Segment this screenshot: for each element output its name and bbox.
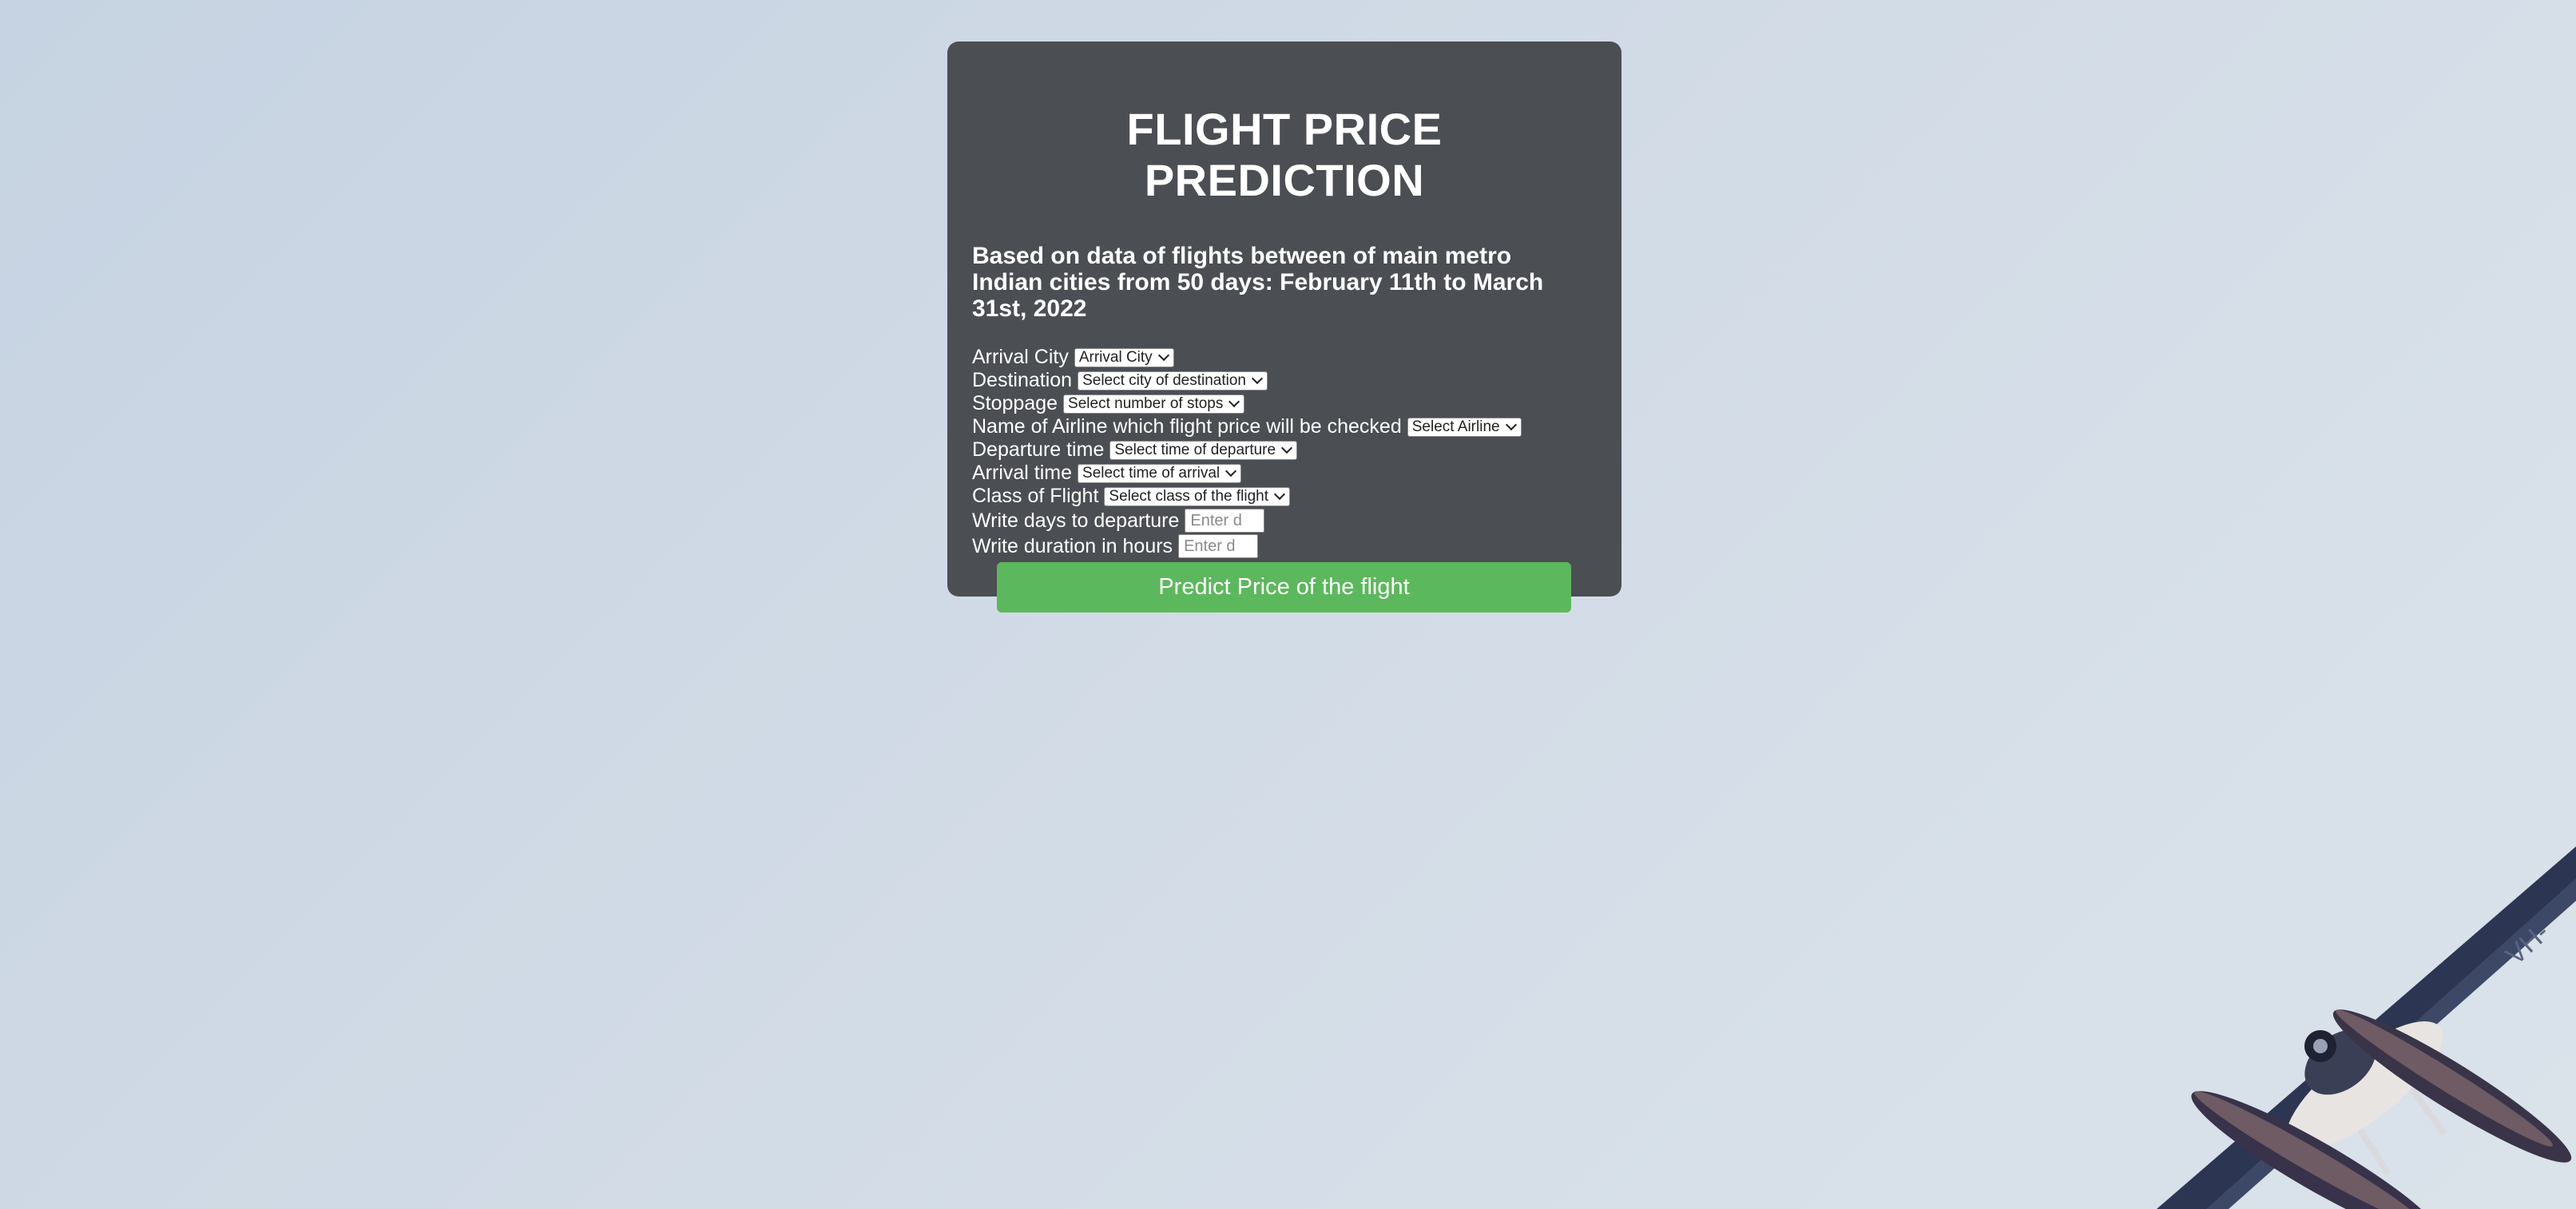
chevron-down-icon (1273, 488, 1286, 501)
stoppage-label: Stoppage (972, 392, 1058, 414)
chevron-down-icon (1281, 442, 1293, 454)
airline-selected: Select Airline (1411, 418, 1500, 435)
arrival-city-row: Arrival City Arrival City (972, 346, 1572, 369)
predict-price-button[interactable]: Predict Price of the flight (997, 562, 1571, 612)
days-to-departure-row: Write days to departure (972, 508, 1572, 533)
flight-class-selected: Select class of the flight (1109, 488, 1268, 505)
days-to-departure-input[interactable] (1185, 509, 1265, 533)
page-title: FLIGHT PRICE PREDICTION (1126, 104, 1443, 205)
chevron-down-icon (1225, 465, 1237, 478)
departure-time-select[interactable]: Select time of departure (1109, 440, 1298, 460)
destination-row: Destination Select city of destination (972, 369, 1572, 392)
flight-class-select[interactable]: Select class of the flight (1104, 486, 1290, 506)
duration-hours-input[interactable] (1178, 534, 1259, 558)
arrival-city-selected: Arrival City (1078, 349, 1153, 366)
chevron-down-icon (1157, 349, 1169, 362)
prediction-card: FLIGHT PRICE PREDICTION Based on data of… (947, 42, 1621, 612)
duration-hours-row: Write duration in hours (972, 533, 1572, 559)
page-subtitle: Based on data of flights between of main… (972, 243, 1544, 322)
stoppage-select[interactable]: Select number of stops (1063, 394, 1245, 414)
arrival-city-label: Arrival City (972, 346, 1069, 368)
departure-time-label: Departure time (972, 438, 1105, 461)
duration-hours-label: Write duration in hours (972, 534, 1173, 557)
destination-selected: Select city of destination (1082, 372, 1246, 389)
stoppage-selected: Select number of stops (1068, 395, 1224, 412)
days-to-departure-label: Write days to departure (972, 509, 1180, 532)
arrival-time-selected: Select time of arrival (1082, 465, 1221, 482)
flight-class-row: Class of Flight Select class of the flig… (972, 485, 1572, 508)
departure-time-selected: Select time of departure (1114, 442, 1276, 458)
destination-select[interactable]: Select city of destination (1078, 371, 1268, 390)
stoppage-row: Stoppage Select number of stops (972, 392, 1572, 415)
prediction-form: Arrival City Arrival City Destination Se… (972, 346, 1572, 612)
arrival-time-select[interactable]: Select time of arrival (1078, 463, 1242, 483)
airline-label: Name of Airline which flight price will … (972, 415, 1402, 438)
svg-text:VH-: VH- (2500, 918, 2555, 971)
arrival-time-row: Arrival time Select time of arrival (972, 462, 1572, 485)
arrival-city-select[interactable]: Arrival City (1074, 347, 1174, 367)
airline-row: Name of Airline which flight price will … (972, 415, 1572, 438)
flight-class-label: Class of Flight (972, 485, 1099, 507)
airline-select[interactable]: Select Airline (1407, 417, 1522, 437)
chevron-down-icon (1228, 395, 1240, 408)
destination-label: Destination (972, 369, 1073, 391)
departure-time-row: Departure time Select time of departure (972, 438, 1572, 462)
chevron-down-icon (1505, 418, 1517, 431)
chevron-down-icon (1251, 372, 1264, 385)
arrival-time-label: Arrival time (972, 462, 1073, 484)
